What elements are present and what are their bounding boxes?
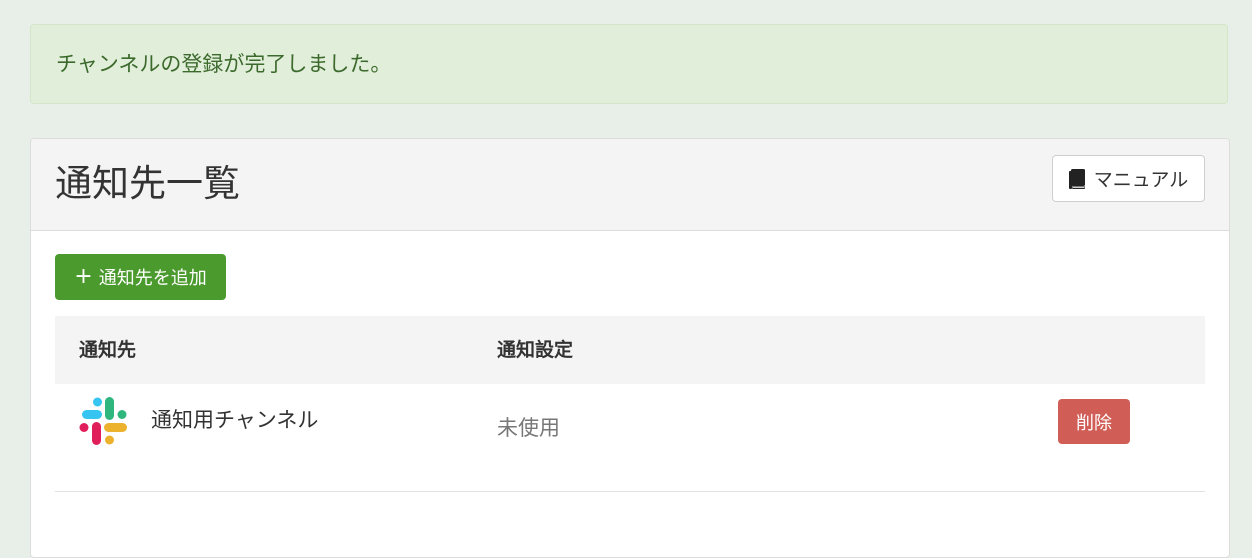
panel-header: 通知先一覧 マニュアル (31, 139, 1229, 231)
manual-button-label: マニュアル (1093, 169, 1189, 191)
table-row: 通知用チャンネル 未使用 削除 (55, 384, 1205, 492)
table-header: 通知先 通知設定 (55, 316, 1205, 384)
column-header-setting: 通知設定 (497, 339, 574, 361)
destination-name: 通知用チャンネル (151, 408, 319, 432)
delete-button[interactable]: 削除 (1058, 399, 1130, 444)
manual-button[interactable]: マニュアル (1052, 155, 1205, 202)
setting-status: 未使用 (497, 416, 560, 440)
book-icon (1068, 168, 1085, 189)
page-title: 通知先一覧 (55, 162, 240, 205)
add-destination-label: 通知先を追加 (98, 268, 207, 289)
alert-message: チャンネルの登録が完了しました。 (56, 52, 392, 76)
plus-icon: + (74, 264, 93, 289)
destinations-table: 通知先 通知設定 通知用チャンネル 未使用 削除 (55, 316, 1205, 492)
column-header-destination: 通知先 (79, 339, 137, 361)
add-destination-button[interactable]: + 通知先を追加 (55, 254, 226, 300)
success-alert: チャンネルの登録が完了しました。 (30, 24, 1228, 104)
notification-destinations-panel: 通知先一覧 マニュアル + 通知先を追加 通知先 通知設定 通知用チャンネル 未… (30, 138, 1230, 558)
slack-icon (79, 397, 127, 445)
